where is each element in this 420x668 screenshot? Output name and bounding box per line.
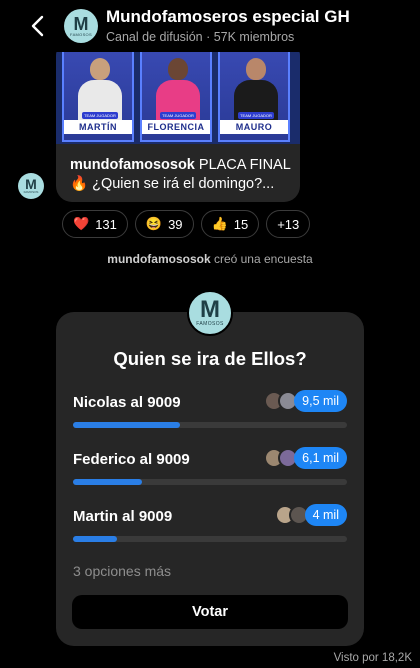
poll-progress-bar: [73, 536, 347, 542]
reaction-heart[interactable]: ❤️ 131: [62, 210, 128, 238]
reaction-laugh[interactable]: 😆 39: [134, 210, 194, 238]
poll-progress-bar: [73, 479, 347, 485]
reaction-more[interactable]: +13: [266, 210, 311, 238]
sender-avatar[interactable]: M FAMOSOS: [18, 173, 44, 199]
back-arrow-icon[interactable]: [26, 15, 48, 37]
contestant-card: TEAM JUGADOR MARTÍN: [62, 40, 134, 142]
thumbs-up-icon: 👍: [211, 216, 228, 231]
poll-option-label: Nicolas al 9009: [73, 394, 181, 411]
vote-count-badge: 9,5 mil: [294, 390, 347, 412]
channel-subtitle: Canal de difusión · 57K miembros: [106, 30, 295, 44]
more-options-link[interactable]: 3 opciones más: [73, 563, 171, 579]
poll-option-label: Federico al 9009: [73, 451, 190, 468]
heart-icon: ❤️: [73, 216, 90, 231]
poll-voters: 6,1 mil: [264, 447, 347, 469]
reactions-bar: ❤️ 131 😆 39 👍 15 +13: [62, 210, 311, 238]
vote-count-badge: 6,1 mil: [294, 447, 347, 469]
channel-header: M FAMOSOS Mundofamoseros especial GH Can…: [0, 0, 420, 52]
poll-progress-fill: [73, 536, 117, 542]
contestant-name: FLORENCIA: [142, 120, 210, 134]
poll-card: Quien se ira de Ellos? Nicolas al 9009 9…: [56, 312, 364, 646]
poll-voters: 9,5 mil: [264, 390, 347, 412]
channel-avatar[interactable]: M FAMOSOS: [64, 9, 98, 43]
channel-info[interactable]: Mundofamoseros especial GH Canal de difu…: [106, 7, 350, 45]
poll-progress-bar: [73, 422, 347, 428]
laugh-icon: 😆: [145, 216, 163, 231]
contestant-name: MAURO: [220, 120, 288, 134]
poll-option-label: Martin al 9009: [73, 508, 173, 525]
poll-progress-fill: [73, 422, 180, 428]
contestant-card: TEAM JUGADOR FLORENCIA: [140, 40, 212, 142]
channel-title: Mundofamoseros especial GH: [106, 7, 350, 26]
poll-created-notice: mundofamososok creó una encuesta: [107, 252, 313, 266]
reaction-thumbs-up[interactable]: 👍 15: [200, 210, 260, 238]
seen-by-count[interactable]: Visto por 18,2K: [334, 652, 412, 664]
poll-voters: 4 mil: [274, 504, 347, 526]
vote-count-badge: 4 mil: [304, 504, 347, 526]
poll-progress-fill: [73, 479, 142, 485]
poll-avatar[interactable]: M FAMOSOS: [187, 290, 233, 336]
contestant-card: TEAM JUGADOR MAURO: [218, 40, 290, 142]
contestant-name: MARTÍN: [64, 120, 132, 134]
vote-button[interactable]: Votar: [72, 595, 348, 629]
image-message[interactable]: TEAM JUGADOR MARTÍN TEAM JUGADOR FLORENC…: [56, 40, 300, 202]
contestants-image[interactable]: TEAM JUGADOR MARTÍN TEAM JUGADOR FLORENC…: [56, 40, 300, 144]
message-caption: mundofamososok PLACA FINAL 🔥 ¿Quien se i…: [70, 157, 291, 192]
poll-question: Quien se ira de Ellos?: [113, 348, 307, 369]
